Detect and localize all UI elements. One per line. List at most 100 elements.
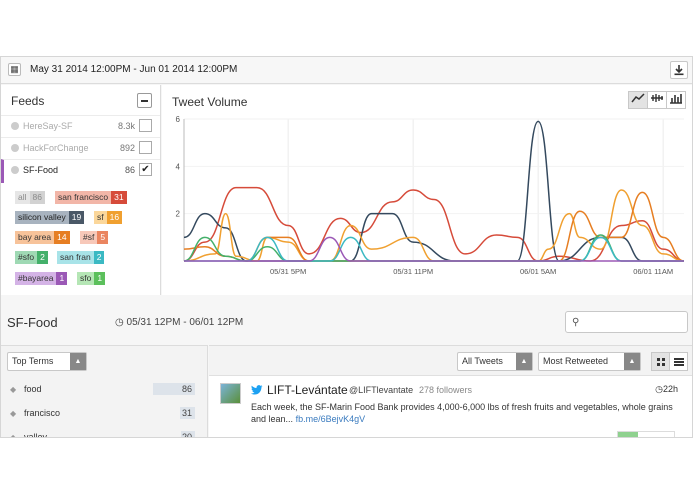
term-name: food [24,384,42,394]
feed-checkbox[interactable] [139,141,152,154]
y-tick-label: 4 [176,162,181,171]
feed-bullet-icon [11,166,19,174]
tweet-volume-panel: Tweet Volume 2 4 6 05/31 5PM 05/31 11PM 06/01… [162,85,692,295]
stream-chart-button[interactable] [647,91,667,109]
hashtag-tag[interactable]: silicon valley 19 [15,211,85,224]
retweet-meter [617,431,675,437]
grid-icon [657,358,665,366]
x-tick-label: 05/31 5PM [270,267,306,276]
hashtag-count: 86 [29,191,45,204]
feed-name: HackForChange [23,143,89,153]
hashtag-tag[interactable]: sf 16 [94,211,123,224]
list-icon [674,358,684,366]
hashtag-count: 2 [93,251,105,264]
stream-chart-icon [651,94,663,102]
tweet-author-name[interactable]: LIFT-Levántate [267,383,348,397]
avatar[interactable] [220,383,241,404]
feed-row-hackforchange[interactable]: HackForChange 892 [1,137,160,159]
feed-count: 86 [124,165,135,175]
range-text: 05/31 12PM - 06/01 12PM [126,317,244,328]
hashtag-tag[interactable]: bay area 14 [15,231,70,244]
tweets-toolbar: All Tweets ▲ Most Retweeted ▲ [209,346,692,376]
search-input[interactable] [586,315,682,329]
hashtag-tag[interactable]: san fran 2 [57,251,105,264]
tweet-link[interactable]: fb.me/6BejvK4gV [296,414,366,424]
x-tick-label: 06/01 11AM [633,267,673,276]
select-caret-icon: ▲ [516,353,532,370]
select-caret-icon: ▲ [624,353,640,370]
term-row[interactable]: ◆ francisco 31 [1,402,207,426]
x-tick-label: 05/31 11PM [393,267,433,276]
series-line [183,120,684,262]
date-range-bar: ▦ May 31 2014 12:00PM - Jun 01 2014 12:0… [1,57,692,84]
term-count: 20 [181,431,195,437]
term-count: 31 [180,407,195,419]
tweet-author-handle[interactable]: @LIFTlevantate [349,385,413,395]
hashtag-count: 1 [56,272,68,285]
tweet-text: Each week, the SF-Marin Food Bank provid… [251,401,681,425]
series-line [183,186,685,262]
twitter-icon [251,385,263,395]
feed-name: SF-Food [23,165,59,175]
hashtag-tag[interactable]: san francisco 31 [55,191,127,204]
hashtag-label: sfo [77,272,95,285]
feed-row-sf-food[interactable]: SF-Food 86 ✔ [1,159,160,183]
download-button[interactable] [670,61,688,79]
hashtag-tag[interactable]: all 86 [15,191,45,204]
clock-icon: ◷ [655,384,663,394]
terms-select[interactable]: Top Terms ▲ [7,352,87,371]
tweets-panel: All Tweets ▲ Most Retweeted ▲ LIFT-Leván… [209,345,692,437]
line-chart-button[interactable] [628,91,648,109]
chart-title: Tweet Volume [172,95,248,109]
term-name: francisco [24,408,61,418]
bar-chart-button[interactable] [666,91,686,109]
term-count: 86 [153,383,195,395]
hashtag-tag[interactable]: #sf 5 [80,231,109,244]
search-box[interactable]: ⚲ [565,311,688,333]
chart-type-toolbar [628,91,686,109]
hashtag-label: san francisco [55,191,112,204]
follower-count: 278 followers [419,385,473,395]
hashtag-tag[interactable]: sfo 1 [77,272,106,285]
tweet-volume-chart[interactable]: 2 4 6 05/31 5PM 05/31 11PM 06/01 5AM 06/01 11A… [162,115,692,295]
y-tick-label: 2 [176,210,181,219]
tweet-time: ◷22h [655,384,678,395]
list-view-button[interactable] [669,352,688,371]
select-caret-icon: ▲ [70,353,86,370]
feed-detail-title: SF-Food [7,315,58,330]
hashtag-label: #bayarea [15,272,57,285]
calendar-icon[interactable]: ▦ [8,63,21,76]
feed-checkbox[interactable] [139,119,152,132]
series-line [183,234,684,262]
terms-panel: Top Terms ▲ ◆ food 86 ◆ francisco 31 ◆ valley 20 [1,345,208,438]
tag-icon: ◆ [10,409,17,418]
tag-icon: ◆ [10,433,17,438]
feed-row-heresay-sf[interactable]: HereSay-SF 8.3k [1,115,160,137]
date-range-text[interactable]: May 31 2014 12:00PM - Jun 01 2014 12:00P… [30,64,237,75]
term-row[interactable]: ◆ food 86 [1,378,207,402]
hashtag-count: 2 [37,251,48,264]
hashtag-label: #sf [80,231,98,244]
hashtag-label: san fran [57,251,94,264]
terms-select-value: Top Terms [12,356,54,366]
hashtag-count: 5 [97,231,109,244]
grid-view-button[interactable] [651,352,670,371]
x-tick-label: 06/01 5AM [520,267,556,276]
clock-icon: ◷ [115,317,127,328]
tweets-filter-select[interactable]: All Tweets ▲ [457,352,533,371]
hashtag-tag[interactable]: #sfo 2 [15,251,48,264]
collapse-feeds-button[interactable] [137,93,152,108]
feed-bullet-icon [11,144,19,152]
term-row[interactable]: ◆ valley 20 [1,426,207,438]
feed-checkbox-checked[interactable]: ✔ [139,163,152,176]
tweet-card[interactable]: LIFT-Levántate @LIFTlevantate 278 follow… [209,376,692,437]
term-name: valley [24,432,48,438]
series-line [184,236,684,262]
sort-select[interactable]: Most Retweeted ▲ [538,352,641,371]
app-window: ▦ May 31 2014 12:00PM - Jun 01 2014 12:0… [0,56,693,438]
hashtag-tag[interactable]: #bayarea 1 [15,272,68,285]
tweets-filter-value: All Tweets [462,356,503,366]
feeds-title: Feeds [11,94,45,108]
view-toggle [651,352,688,371]
hashtag-count: 19 [68,211,85,224]
